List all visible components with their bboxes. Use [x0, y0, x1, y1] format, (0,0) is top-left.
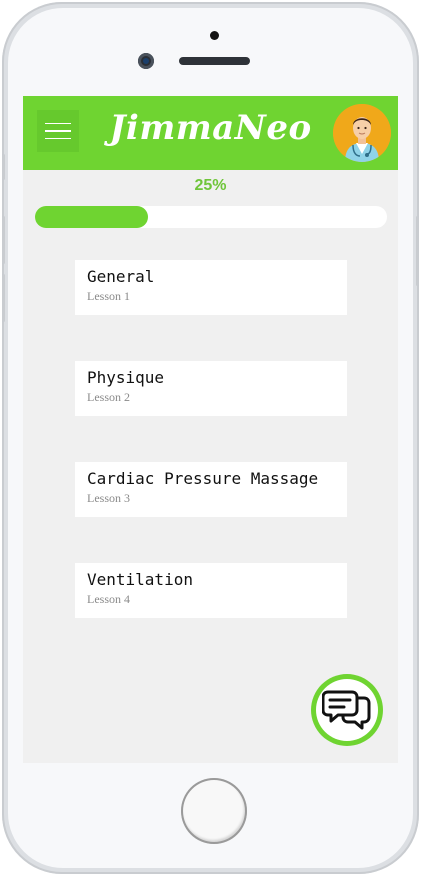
volume-down-button	[2, 274, 5, 322]
volume-up-button	[2, 216, 5, 264]
front-camera-icon	[138, 53, 154, 69]
app-screen: JimmaNeo 25% General Lesson 1 Physique L…	[23, 96, 398, 763]
lesson-card-cardiac-pressure-massage[interactable]: Cardiac Pressure Massage Lesson 3	[75, 462, 347, 517]
lesson-card-general[interactable]: General Lesson 1	[75, 260, 347, 315]
lesson-title: General	[87, 267, 155, 286]
progress-label: 25%	[194, 177, 227, 194]
lesson-card-physique[interactable]: Physique Lesson 2	[75, 361, 347, 416]
lesson-subtitle: Lesson 4	[87, 592, 130, 606]
lesson-subtitle: Lesson 2	[87, 390, 130, 404]
lesson-subtitle: Lesson 3	[87, 491, 130, 505]
progress-bar-fill	[35, 206, 148, 228]
lesson-title: Ventilation	[87, 570, 193, 589]
lesson-title: Cardiac Pressure Massage	[87, 469, 319, 488]
earpiece-speaker	[179, 57, 250, 65]
power-button	[416, 216, 419, 286]
proximity-sensor	[210, 31, 219, 40]
chat-button[interactable]	[311, 674, 383, 746]
lesson-subtitle: Lesson 1	[87, 289, 130, 303]
lesson-title: Physique	[87, 368, 165, 387]
app-header: JimmaNeo	[23, 96, 398, 170]
mute-switch	[2, 154, 5, 180]
progress-bar	[35, 206, 387, 228]
lesson-card-ventilation[interactable]: Ventilation Lesson 4	[75, 563, 347, 618]
chat-bubbles-icon	[316, 679, 378, 741]
doctor-avatar-icon[interactable]	[333, 104, 391, 162]
home-button[interactable]	[181, 778, 247, 844]
